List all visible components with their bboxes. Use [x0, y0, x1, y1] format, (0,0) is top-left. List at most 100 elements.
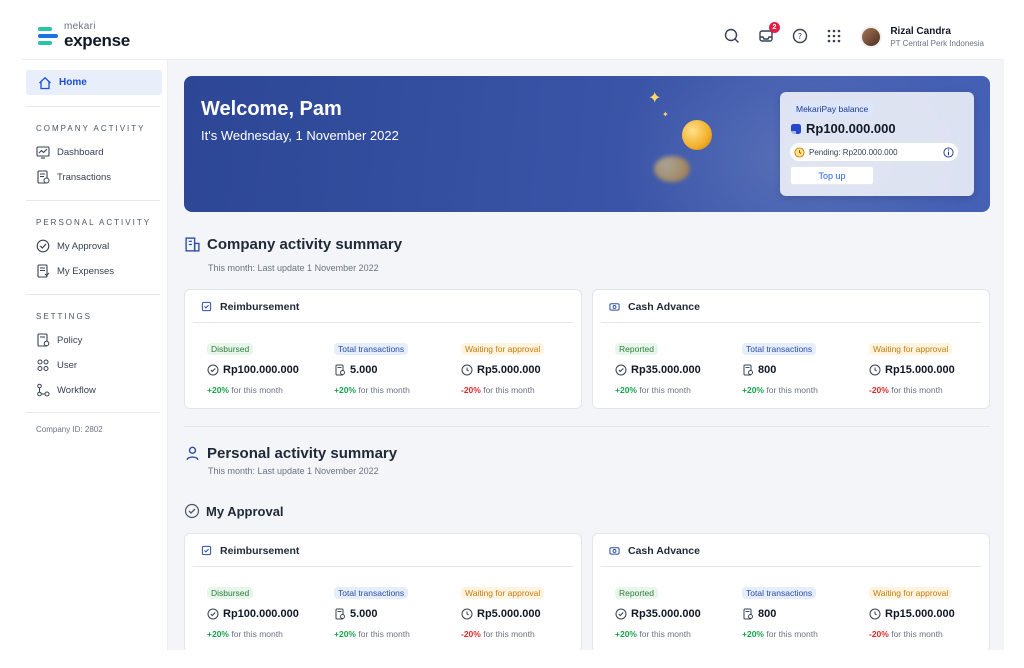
metric-change: +20% [334, 385, 356, 395]
metric-disbursed: Disbursed Rp100.000.000 +20% for this mo… [207, 583, 299, 639]
sidebar-item-label: Policy [57, 334, 83, 346]
divider [184, 426, 990, 427]
top-up-button[interactable]: Top up [790, 166, 874, 185]
metric-change-suffix: for this month [483, 629, 535, 639]
company-cash-advance-card[interactable]: Cash Advance Reported Rp35.000.000 +20% … [592, 289, 990, 409]
check-circle-icon [615, 364, 627, 376]
logo-main-text: expense [64, 31, 130, 50]
pending-clock-icon [794, 146, 805, 158]
receipt-icon [201, 301, 212, 312]
metric-disbursed: Disbursed Rp100.000.000 +20% for this mo… [207, 339, 299, 395]
card-title: Cash Advance [628, 300, 700, 313]
check-circle-icon [207, 608, 219, 620]
cash-icon [609, 547, 620, 555]
document-icon [335, 608, 345, 620]
metric-label: Waiting for approval [461, 343, 545, 355]
sidebar-item-my-expenses[interactable]: My Expenses [36, 264, 114, 278]
help-icon[interactable]: ? [790, 26, 810, 46]
metric-change: +20% [615, 385, 637, 395]
sidebar-item-transactions[interactable]: Transactions [36, 170, 111, 184]
metric-value: Rp35.000.000 [631, 608, 701, 620]
section-subtitle: This month: Last update 1 November 2022 [208, 263, 379, 273]
balance-label: MekariPay balance [790, 102, 875, 116]
user-menu[interactable]: Rizal Candra PT Central Perk Indonesia [860, 26, 984, 48]
approval-cash-advance-card[interactable]: Cash Advance Reported Rp35.000.000 +20% … [592, 533, 990, 650]
sparkle-icon: ✦ [648, 90, 662, 107]
personal-activity-summary-heading: Personal activity summary [184, 445, 397, 462]
refresh-clock-icon [461, 608, 473, 620]
metric-change-suffix: for this month [766, 385, 818, 395]
inbox-icon[interactable]: 2 [756, 22, 780, 46]
home-icon [39, 76, 51, 89]
metric-value: 5.000 [350, 364, 378, 376]
sidebar-item-policy[interactable]: Policy [36, 333, 82, 347]
sidebar: Home COMPANY ACTIVITY Dashboard Transact… [22, 60, 168, 650]
sidebar-item-label: User [57, 359, 78, 371]
metric-value: 800 [758, 364, 777, 376]
pending-amount-row: Pending: Rp200.000.000 [790, 143, 958, 161]
metric-change-suffix: for this month [483, 385, 535, 395]
divider [26, 412, 160, 413]
metric-change: +20% [207, 629, 229, 639]
pending-amount: Pending: Rp200.000.000 [809, 147, 898, 157]
metric-value: Rp5.000.000 [477, 364, 541, 376]
metric-label: Disbursed [207, 343, 254, 355]
sidebar-item-workflow[interactable]: Workflow [36, 383, 96, 397]
current-date: It's Wednesday, 1 November 2022 [201, 128, 399, 143]
metric-label: Total transactions [742, 587, 817, 599]
metric-value: Rp100.000.000 [223, 608, 299, 620]
sidebar-item-label: Dashboard [57, 146, 104, 158]
metric-total-transactions: Total transactions 5.000 +20% for this m… [334, 583, 410, 639]
metric-value: Rp35.000.000 [631, 364, 701, 376]
metric-change: +20% [742, 629, 764, 639]
sidebar-item-label: Home [59, 77, 87, 88]
metric-change-suffix: for this month [891, 629, 943, 639]
metric-value: Rp15.000.000 [885, 364, 955, 376]
metric-reported: Reported Rp35.000.000 +20% for this mont… [615, 339, 701, 395]
divider [26, 294, 160, 295]
approval-check-icon [184, 503, 200, 519]
info-icon[interactable] [943, 146, 954, 158]
metric-value: Rp100.000.000 [223, 364, 299, 376]
sidebar-item-label: Workflow [57, 384, 96, 396]
approval-reimbursement-card[interactable]: Reimbursement Disbursed Rp100.000.000 +2… [184, 533, 582, 650]
metric-waiting-for-approval: Waiting for approval Rp15.000.000 -20% f… [869, 339, 955, 395]
svg-text:?: ? [798, 32, 802, 41]
building-icon [185, 237, 200, 252]
metric-label: Reported [615, 587, 658, 599]
workflow-icon [37, 383, 50, 397]
mekari-expense-logo[interactable]: mekari expense [38, 22, 130, 49]
mekaripay-icon [791, 123, 801, 134]
welcome-banner: Welcome, Pam It's Wednesday, 1 November … [184, 76, 990, 212]
section-title: Personal activity summary [207, 445, 398, 462]
refresh-clock-icon [461, 364, 473, 376]
metric-value: Rp15.000.000 [885, 608, 955, 620]
metric-change-suffix: for this month [358, 629, 410, 639]
metric-change: +20% [334, 629, 356, 639]
metric-change-suffix: for this month [231, 385, 283, 395]
metric-value: 5.000 [350, 608, 378, 620]
search-icon[interactable] [722, 26, 742, 46]
transactions-icon [37, 170, 50, 184]
metric-total-transactions: Total transactions 800 +20% for this mon… [742, 583, 818, 639]
sidebar-item-my-approval[interactable]: My Approval [36, 239, 109, 253]
top-bar: mekari expense 2 ? Rizal Candra PT Centr… [22, 12, 1004, 60]
metric-label: Waiting for approval [869, 343, 953, 355]
section-title-settings: SETTINGS [36, 312, 93, 321]
card-title: Cash Advance [628, 544, 700, 557]
approval-check-icon [36, 239, 50, 253]
sidebar-item-user[interactable]: User [36, 358, 77, 372]
logo-mark-icon [38, 25, 58, 47]
metric-change: -20% [869, 385, 889, 395]
user-name: Rizal Candra [890, 26, 951, 37]
metric-change-suffix: for this month [639, 385, 691, 395]
metric-label: Waiting for approval [869, 587, 953, 599]
apps-grid-icon[interactable] [824, 26, 844, 46]
divider [26, 200, 160, 201]
metric-total-transactions: Total transactions 800 +20% for this mon… [742, 339, 818, 395]
company-reimbursement-card[interactable]: Reimbursement Disbursed Rp100.000.000 +2… [184, 289, 582, 409]
metric-waiting-for-approval: Waiting for approval Rp5.000.000 -20% fo… [461, 339, 545, 395]
check-circle-icon [615, 608, 627, 620]
sidebar-item-home[interactable]: Home [26, 70, 162, 95]
sidebar-item-dashboard[interactable]: Dashboard [36, 145, 103, 159]
